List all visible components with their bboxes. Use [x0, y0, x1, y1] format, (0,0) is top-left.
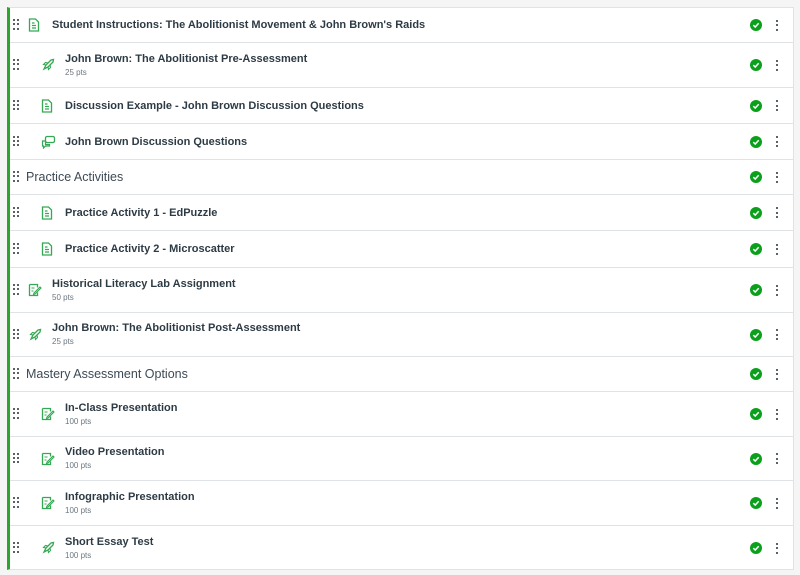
published-check-icon[interactable] — [750, 408, 762, 420]
module-item-page[interactable]: Practice Activity 1 - EdPuzzle — [10, 195, 793, 231]
drag-handle-icon[interactable] — [13, 135, 20, 148]
more-options-icon[interactable] — [776, 284, 779, 296]
drag-handle-icon[interactable] — [13, 284, 20, 296]
drag-handle-icon[interactable] — [13, 243, 20, 255]
assignment-icon — [41, 407, 55, 421]
item-title[interactable]: Video Presentation — [65, 445, 164, 459]
module-item-assignment[interactable]: Video Presentation 100 pts — [10, 437, 793, 481]
drag-handle-icon[interactable] — [13, 497, 20, 509]
item-title[interactable]: Practice Activity 1 - EdPuzzle — [65, 206, 217, 220]
drag-handle-icon[interactable] — [13, 99, 20, 112]
published-check-icon[interactable] — [750, 328, 762, 341]
item-title[interactable]: Practice Activity 2 - Microscatter — [65, 242, 235, 256]
more-options-icon[interactable] — [776, 542, 779, 554]
more-options-icon[interactable] — [776, 368, 779, 380]
published-check-icon[interactable] — [750, 284, 762, 296]
drag-handle-icon[interactable] — [13, 206, 20, 219]
published-check-icon[interactable] — [750, 99, 762, 112]
item-title[interactable]: Historical Literacy Lab Assignment — [52, 277, 236, 291]
rocket-icon — [28, 328, 42, 342]
more-options-icon[interactable] — [776, 243, 779, 255]
item-points: 100 pts — [65, 550, 92, 560]
module-item-quiz[interactable]: John Brown: The Abolitionist Pre-Assessm… — [10, 43, 793, 88]
more-options-icon[interactable] — [776, 19, 779, 31]
module-item-discussion[interactable]: John Brown Discussion Questions — [10, 124, 793, 160]
module-item-assignment[interactable]: Historical Literacy Lab Assignment 50 pt… — [10, 268, 793, 313]
document-icon — [41, 205, 55, 220]
more-options-icon[interactable] — [776, 136, 779, 147]
module-subheader[interactable]: Mastery Assessment Options — [10, 357, 793, 392]
published-check-icon[interactable] — [750, 243, 762, 255]
module-item-quiz[interactable]: Short Essay Test 100 pts — [10, 526, 793, 570]
assignment-icon — [41, 496, 55, 510]
item-title[interactable]: John Brown: The Abolitionist Pre-Assessm… — [65, 52, 307, 66]
item-title[interactable]: Short Essay Test — [65, 535, 153, 549]
module-subheader[interactable]: Practice Activities — [10, 160, 793, 195]
published-check-icon[interactable] — [750, 59, 762, 71]
published-check-icon[interactable] — [750, 452, 762, 465]
item-points: 25 pts — [65, 67, 87, 77]
published-check-icon[interactable] — [750, 206, 762, 219]
drag-handle-icon[interactable] — [13, 452, 20, 465]
item-title: Mastery Assessment Options — [26, 367, 188, 381]
item-points: 100 pts — [65, 416, 92, 426]
drag-handle-icon[interactable] — [13, 368, 20, 380]
item-title[interactable]: John Brown: The Abolitionist Post-Assess… — [52, 321, 300, 335]
item-points: 100 pts — [65, 461, 92, 470]
discussion-icon — [41, 135, 56, 149]
module-item-assignment[interactable]: Infographic Presentation 100 pts — [10, 481, 793, 526]
more-options-icon[interactable] — [776, 171, 779, 183]
item-points: 50 pts — [52, 292, 74, 302]
more-options-icon[interactable] — [776, 100, 779, 111]
published-check-icon[interactable] — [750, 171, 762, 183]
drag-handle-icon[interactable] — [13, 408, 20, 420]
published-check-icon[interactable] — [750, 19, 762, 31]
drag-handle-icon[interactable] — [13, 542, 20, 554]
module-item-page[interactable]: Discussion Example - John Brown Discussi… — [10, 88, 793, 124]
module-items-list: Student Instructions: The Abolitionist M… — [7, 7, 794, 570]
module-item-page[interactable]: Practice Activity 2 - Microscatter — [10, 231, 793, 268]
item-title: Practice Activities — [26, 170, 124, 184]
published-check-icon[interactable] — [750, 368, 762, 380]
more-options-icon[interactable] — [776, 207, 779, 218]
item-points: 100 pts — [65, 505, 92, 515]
published-check-icon[interactable] — [750, 497, 762, 509]
item-points: 25 pts — [52, 337, 74, 346]
published-check-icon[interactable] — [750, 542, 762, 554]
module-item-assignment[interactable]: In-Class Presentation 100 pts — [10, 392, 793, 437]
drag-handle-icon[interactable] — [13, 59, 20, 71]
drag-handle-icon[interactable] — [13, 171, 20, 183]
module-item-page[interactable]: Student Instructions: The Abolitionist M… — [10, 8, 793, 43]
more-options-icon[interactable] — [776, 329, 779, 340]
more-options-icon[interactable] — [776, 497, 779, 509]
item-title[interactable]: In-Class Presentation — [65, 401, 177, 415]
assignment-icon — [28, 283, 42, 297]
rocket-icon — [41, 58, 55, 72]
item-title[interactable]: Discussion Example - John Brown Discussi… — [65, 99, 364, 113]
more-options-icon[interactable] — [776, 59, 779, 71]
drag-handle-icon[interactable] — [13, 19, 20, 31]
document-icon — [28, 18, 42, 32]
published-check-icon[interactable] — [750, 135, 762, 148]
item-title[interactable]: Student Instructions: The Abolitionist M… — [52, 18, 425, 32]
document-icon — [41, 242, 55, 256]
assignment-icon — [41, 452, 55, 466]
module-item-quiz[interactable]: John Brown: The Abolitionist Post-Assess… — [10, 313, 793, 357]
more-options-icon[interactable] — [776, 453, 779, 464]
rocket-icon — [41, 541, 55, 555]
more-options-icon[interactable] — [776, 408, 779, 420]
item-title[interactable]: John Brown Discussion Questions — [65, 135, 247, 149]
item-title[interactable]: Infographic Presentation — [65, 490, 195, 504]
drag-handle-icon[interactable] — [13, 328, 20, 341]
document-icon — [41, 98, 55, 113]
